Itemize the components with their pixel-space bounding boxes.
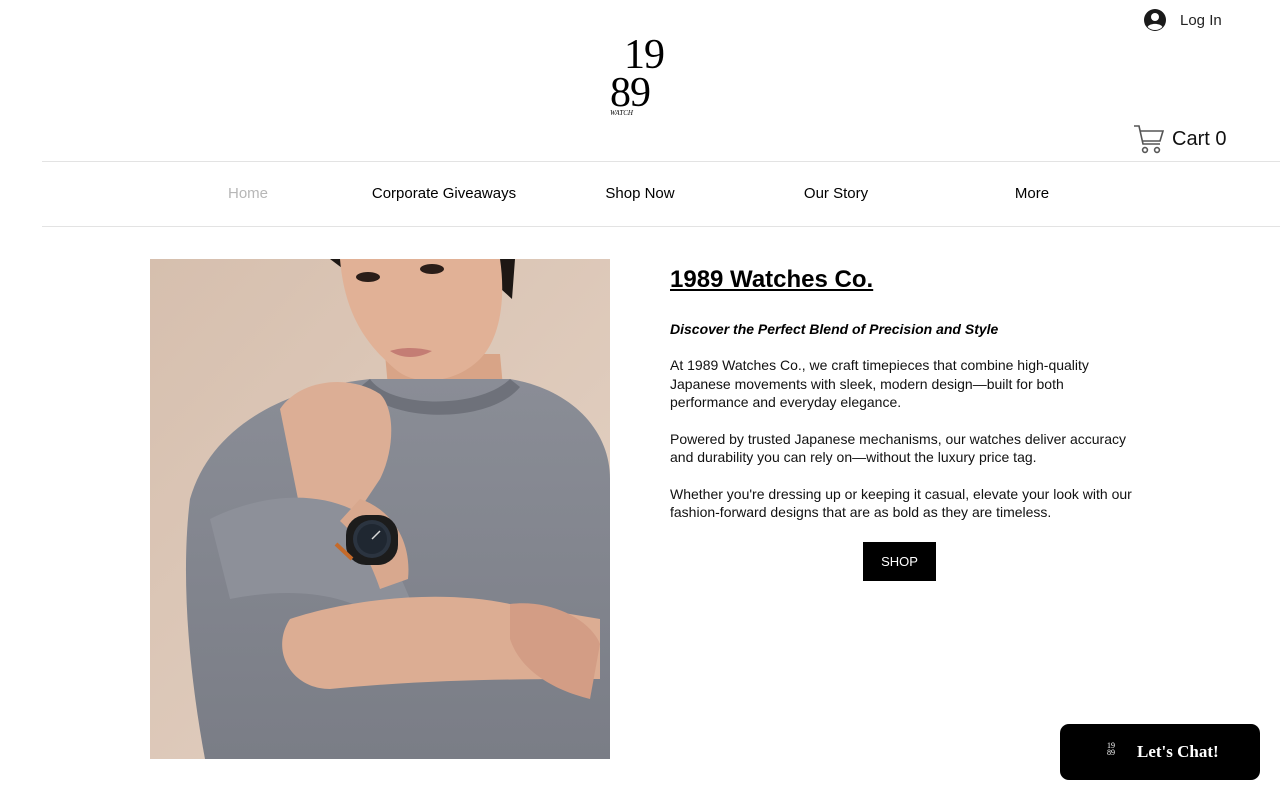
cart-icon — [1133, 123, 1165, 155]
cart-text: Cart — [1172, 127, 1210, 150]
main-nav: Home Corporate Giveaways Shop Now Our St… — [42, 161, 1280, 227]
chat-logo-icon: 19 89 — [1103, 742, 1119, 762]
paragraph-2: Powered by trusted Japanese mechanisms, … — [670, 430, 1126, 466]
brand-logo[interactable]: 19 89 WATCH — [606, 32, 676, 122]
chat-widget-button[interactable]: 19 89 Let's Chat! — [1060, 724, 1260, 780]
login-label: Log In — [1180, 11, 1222, 29]
nav-item-shop-now[interactable]: Shop Now — [542, 162, 738, 226]
chat-logo-bottom: 89 — [1107, 748, 1115, 757]
paragraph-3: Whether you're dressing up or keeping it… — [670, 485, 1132, 521]
login-button[interactable]: Log In — [1143, 8, 1222, 32]
nav-item-corporate-giveaways[interactable]: Corporate Giveaways — [346, 162, 542, 226]
page: 19 89 WATCH Log In Cart 0 Home Corporate… — [0, 0, 1280, 800]
nav-item-home[interactable]: Home — [150, 162, 346, 226]
user-avatar-icon — [1143, 8, 1167, 32]
hero-image — [150, 259, 610, 759]
nav-item-our-story[interactable]: Our Story — [738, 162, 934, 226]
intro-section: 1989 Watches Co. Discover the Perfect Bl… — [670, 264, 1140, 522]
cart-count: 0 — [1215, 127, 1227, 150]
logo-top-digits: 19 — [624, 32, 665, 78]
tagline: Discover the Perfect Blend of Precision … — [670, 321, 999, 337]
logo-subtext: WATCH — [610, 109, 633, 117]
cart-label: Cart 0 — [1172, 128, 1226, 151]
logo-bottom-digits: 89 — [610, 70, 651, 116]
shop-button[interactable]: SHOP — [863, 542, 936, 581]
chat-label: Let's Chat! — [1137, 742, 1219, 761]
page-title[interactable]: 1989 Watches Co. — [670, 264, 1140, 296]
cart-button[interactable]: Cart 0 — [1133, 122, 1226, 156]
paragraph-1: At 1989 Watches Co., we craft timepieces… — [670, 357, 1089, 410]
nav-item-more[interactable]: More — [934, 162, 1130, 226]
